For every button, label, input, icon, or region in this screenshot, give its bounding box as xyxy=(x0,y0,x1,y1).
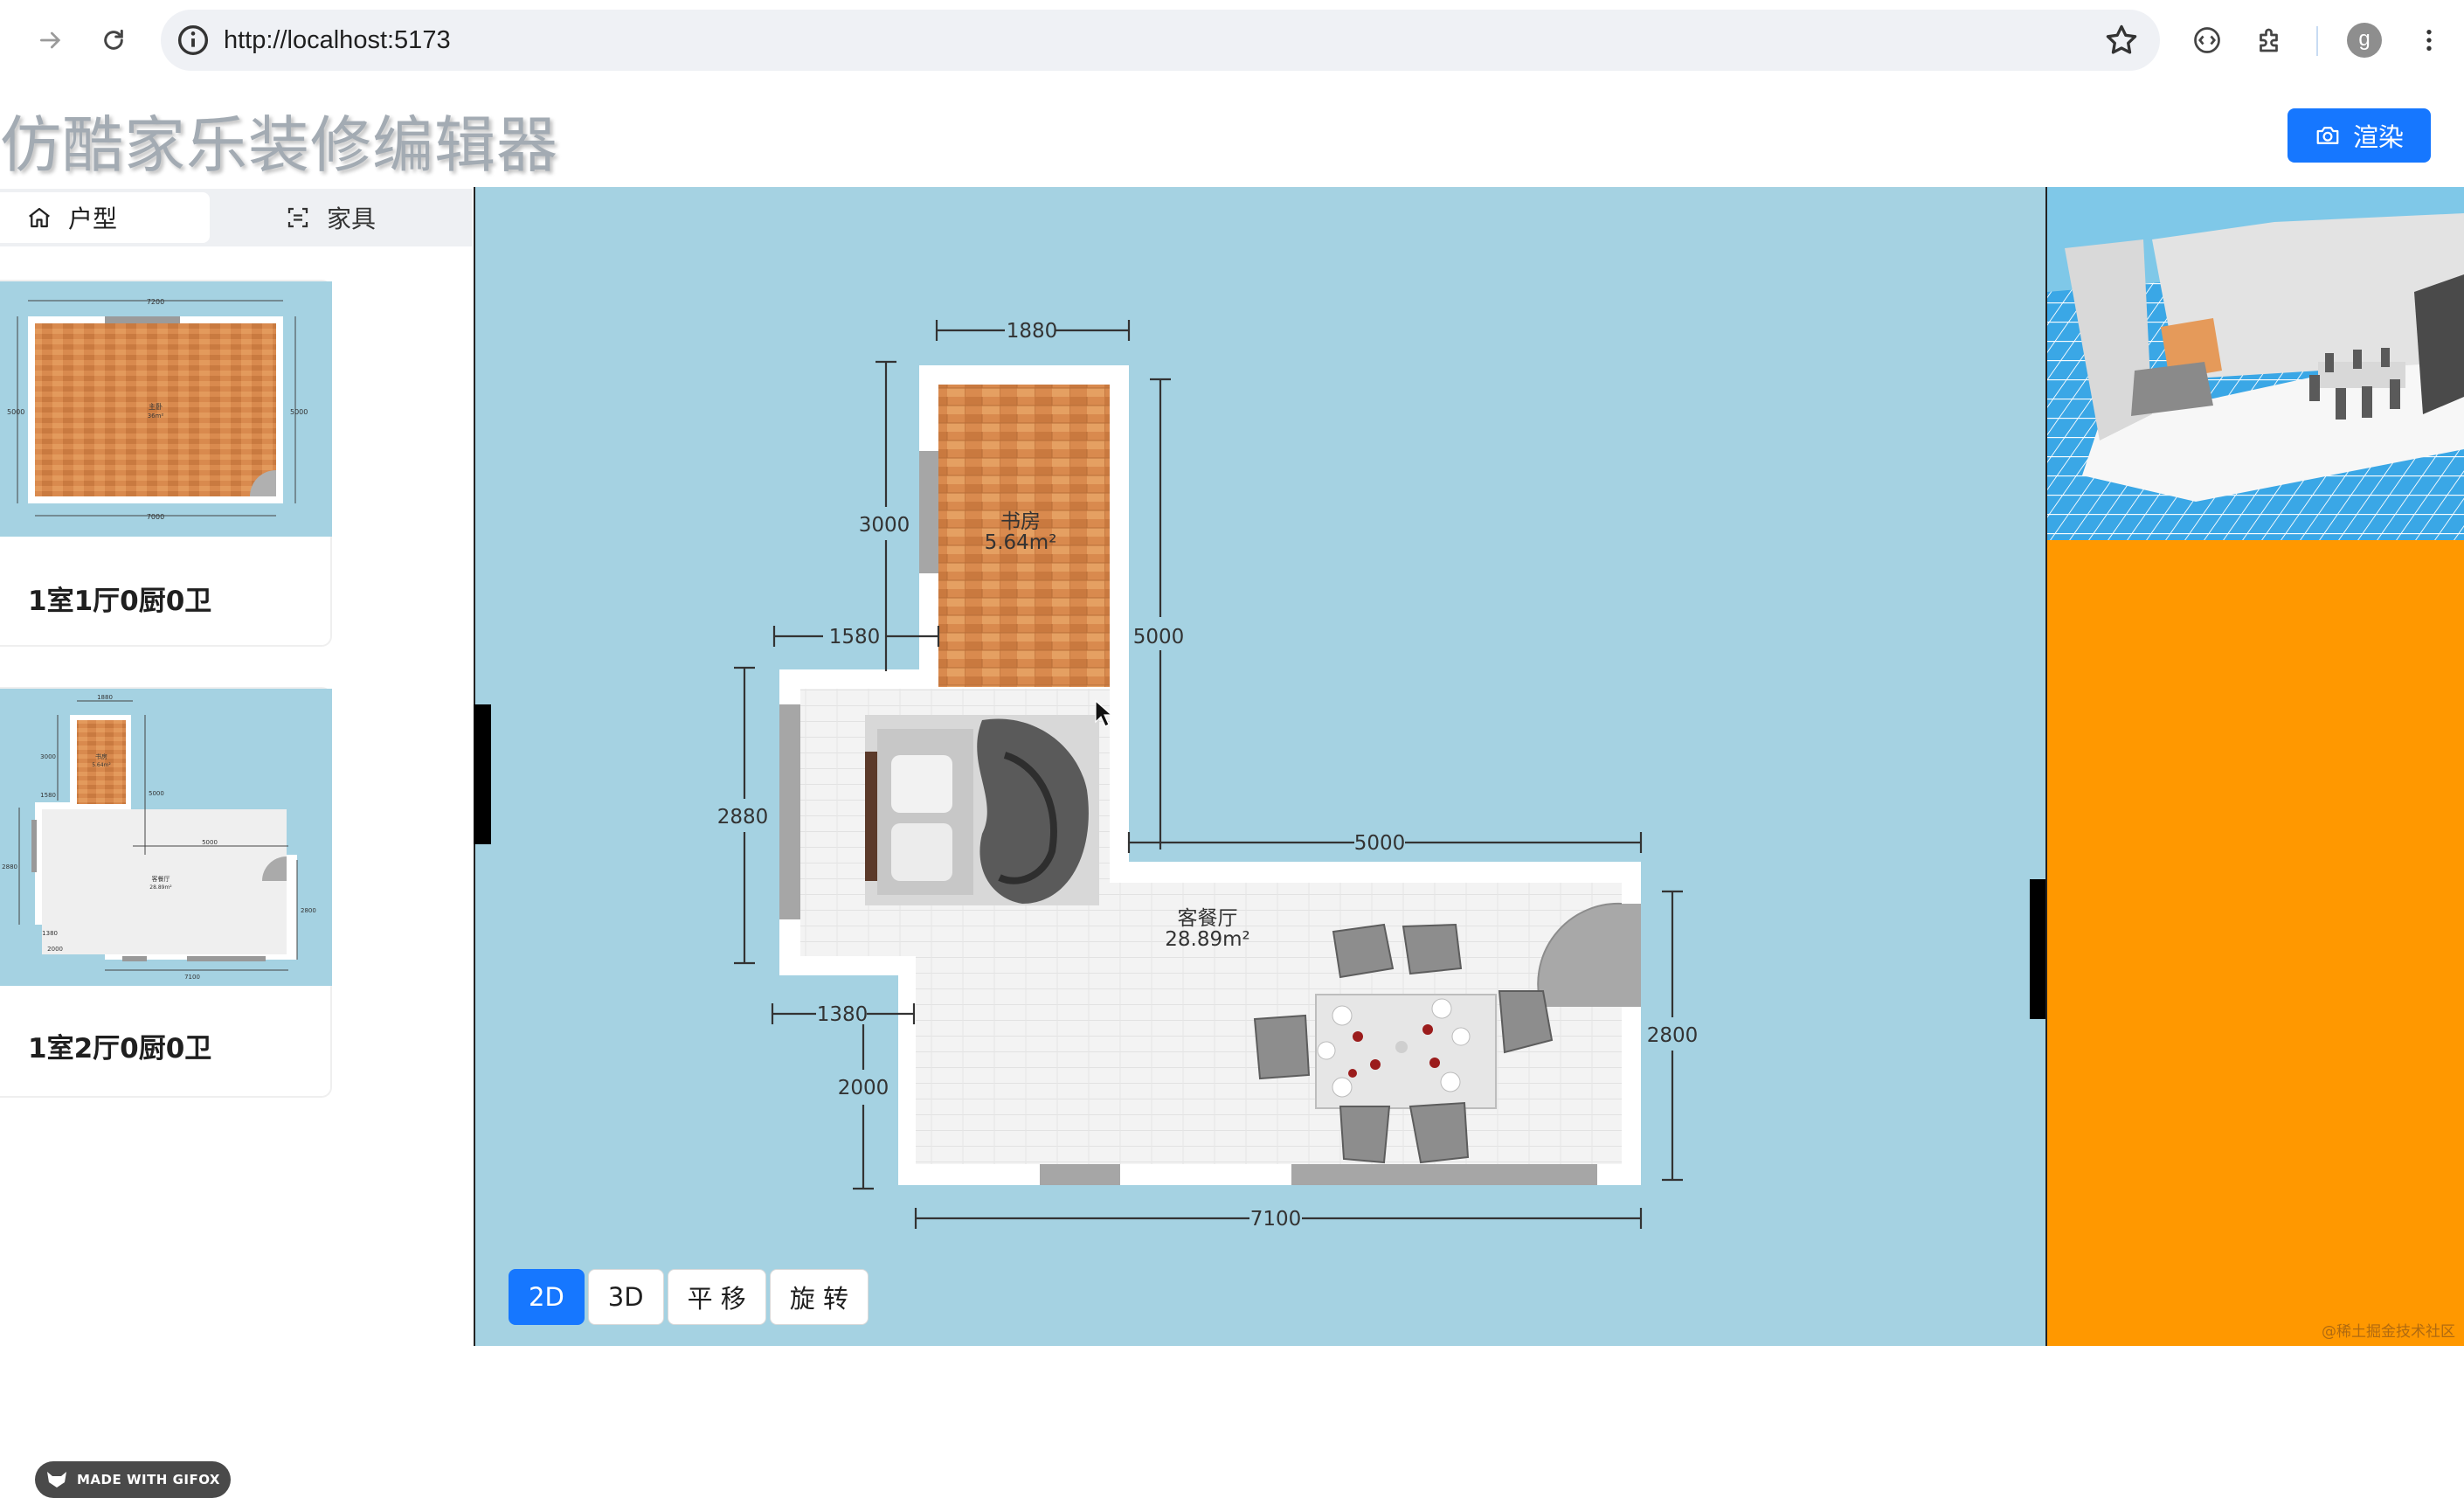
living-room-area: 28.89m² xyxy=(1165,928,1249,951)
gifox-badge-label: MADE WITH GIFOX xyxy=(76,1472,220,1488)
study-room-name: 书房 xyxy=(1000,510,1041,533)
thumb-dim: 7100 xyxy=(184,974,200,981)
browser-menu-button[interactable] xyxy=(2405,16,2454,65)
thumb-dim: 1380 xyxy=(42,930,58,937)
left-resize-handle[interactable] xyxy=(474,704,491,844)
fox-logo-icon xyxy=(46,1472,66,1488)
reload-icon xyxy=(104,29,123,50)
floorplan-canvas[interactable]: 书房 5.64m² 客餐厅 28.89m² 1880 3000 1580 500… xyxy=(475,187,2045,1346)
watermark-text: @稀土掘金技术社区 xyxy=(2322,1323,2455,1341)
dining-table-furniture[interactable] xyxy=(1315,994,1497,1109)
profile-avatar[interactable]: g xyxy=(2347,23,2382,58)
3d-preview[interactable] xyxy=(2047,187,2464,540)
app-header: 仿酷家乐装修编辑器 渲染 xyxy=(0,80,2464,187)
view-mode-toolbar: 2D 3D 平 移 旋 转 xyxy=(509,1269,869,1325)
view-2d-button[interactable]: 2D xyxy=(509,1269,585,1325)
dim-living-height: 2800 xyxy=(1647,1024,1699,1047)
toolbar-separator xyxy=(2316,26,2318,56)
dim-bottom-notch-width: 1380 xyxy=(817,1003,869,1026)
bookmark-star-icon[interactable] xyxy=(2102,21,2141,59)
thumb-dim: 1580 xyxy=(40,792,56,799)
dim-right-width: 5000 xyxy=(1354,832,1406,855)
3d-preview-scene xyxy=(2047,187,2464,540)
rotate-button[interactable]: 旋 转 xyxy=(769,1269,869,1325)
living-room-name: 客餐厅 xyxy=(1178,907,1238,930)
extension-devtools-button[interactable] xyxy=(2183,16,2232,65)
thumb-room-name: 客餐厅 xyxy=(152,875,170,883)
thumb-dim-right: 5000 xyxy=(290,408,308,416)
dim-notch-width: 1580 xyxy=(829,626,881,648)
tab-floorplan[interactable]: 户型 xyxy=(0,192,210,243)
thumb-dim: 2880 xyxy=(2,863,17,870)
dim-left-height: 2880 xyxy=(717,806,769,829)
sidebar: 户型 家具 7200 5000 5000 7000 主卧 36m² 1室1厅0厨… xyxy=(0,187,475,1498)
dim-study-height: 3000 xyxy=(859,514,910,537)
pan-button[interactable]: 平 移 xyxy=(667,1269,766,1325)
thumb-dim: 2800 xyxy=(301,907,316,914)
thumb-room-area: 36m² xyxy=(148,413,164,420)
thumb-room-name: 书房 xyxy=(95,752,107,760)
render-panel: @稀土掘金技术社区 xyxy=(2045,187,2464,1346)
thumb-dim-top: 7200 xyxy=(147,298,164,306)
app-title: 仿酷家乐装修编辑器 xyxy=(0,109,558,181)
dim-right-height: 5000 xyxy=(1133,626,1185,648)
view-3d-button[interactable]: 3D xyxy=(587,1269,664,1325)
reload-button[interactable] xyxy=(89,16,138,65)
floorplan-thumbnail: 1880 3000 1580 5000 2880 5000 1380 2000 … xyxy=(0,689,332,986)
floorplan-thumbnail: 7200 5000 5000 7000 主卧 36m² xyxy=(0,281,332,537)
thumb-dim: 2000 xyxy=(47,946,63,953)
thumb-dim: 5000 xyxy=(202,839,218,846)
floorplan-card-title: 1室1厅0厨0卫 xyxy=(28,586,212,617)
floorplan-card-title: 1室2厅0厨0卫 xyxy=(28,1033,212,1065)
floorplan-drawing[interactable]: 书房 5.64m² 客餐厅 28.89m² 1880 3000 1580 500… xyxy=(475,187,2045,1346)
thumb-dim: 5000 xyxy=(149,790,164,797)
bottom-window-1 xyxy=(1040,1164,1120,1185)
thumb-dim-bottom: 7000 xyxy=(147,513,164,521)
living-window-left xyxy=(779,704,800,919)
thumb-room-area: 28.89m² xyxy=(149,884,172,891)
more-vertical-icon xyxy=(2426,30,2432,51)
dim-bottom-left-height: 2000 xyxy=(838,1077,889,1099)
extensions-button[interactable] xyxy=(2246,16,2294,65)
floorplan-card-1[interactable]: 7200 5000 5000 7000 主卧 36m² 1室1厅0厨0卫 xyxy=(0,280,332,647)
thumb-dim: 3000 xyxy=(40,753,56,760)
gifox-badge: MADE WITH GIFOX xyxy=(35,1461,231,1498)
address-bar[interactable]: http://localhost:5173 xyxy=(161,10,2160,71)
tab-furniture[interactable]: 家具 xyxy=(285,192,376,243)
scan-icon xyxy=(287,207,308,228)
dim-bottom-width: 7100 xyxy=(1250,1208,1302,1231)
arrow-right-icon xyxy=(40,31,61,49)
thumb-dim: 1880 xyxy=(97,694,113,701)
floorplan-thumbnail-drawing: 1880 3000 1580 5000 2880 5000 1380 2000 … xyxy=(2,694,316,981)
study-room-area: 5.64m² xyxy=(985,531,1057,554)
thumb-room-area: 5.64m² xyxy=(92,762,111,768)
sidebar-tabs: 户型 家具 xyxy=(0,189,472,246)
browser-toolbar: http://localhost:5173 g xyxy=(0,0,2464,81)
study-window xyxy=(919,451,938,573)
thumb-dim-left: 5000 xyxy=(7,408,24,416)
render-button-label: 渲染 xyxy=(2352,122,2404,152)
camera-icon xyxy=(2316,127,2339,144)
thumb-room-name: 主卧 xyxy=(149,402,163,411)
tab-floorplan-label: 户型 xyxy=(68,205,118,233)
floorplan-card-2[interactable]: 1880 3000 1580 5000 2880 5000 1380 2000 … xyxy=(0,687,332,1098)
bottom-window-2 xyxy=(1291,1164,1597,1185)
right-resize-handle[interactable] xyxy=(2030,879,2047,1019)
code-brackets-icon xyxy=(2194,27,2220,53)
render-button[interactable]: 渲染 xyxy=(2288,108,2431,163)
home-icon xyxy=(29,207,50,228)
tab-furniture-label: 家具 xyxy=(327,205,377,233)
floorplan-thumbnail-drawing: 7200 5000 5000 7000 主卧 36m² xyxy=(7,298,308,521)
dim-top-width: 1880 xyxy=(1007,320,1058,343)
puzzle-icon xyxy=(2260,28,2278,52)
url-text[interactable]: http://localhost:5173 xyxy=(224,10,451,71)
site-info-icon[interactable] xyxy=(173,20,213,60)
forward-button[interactable] xyxy=(26,16,75,65)
bed-furniture[interactable] xyxy=(865,715,1099,905)
